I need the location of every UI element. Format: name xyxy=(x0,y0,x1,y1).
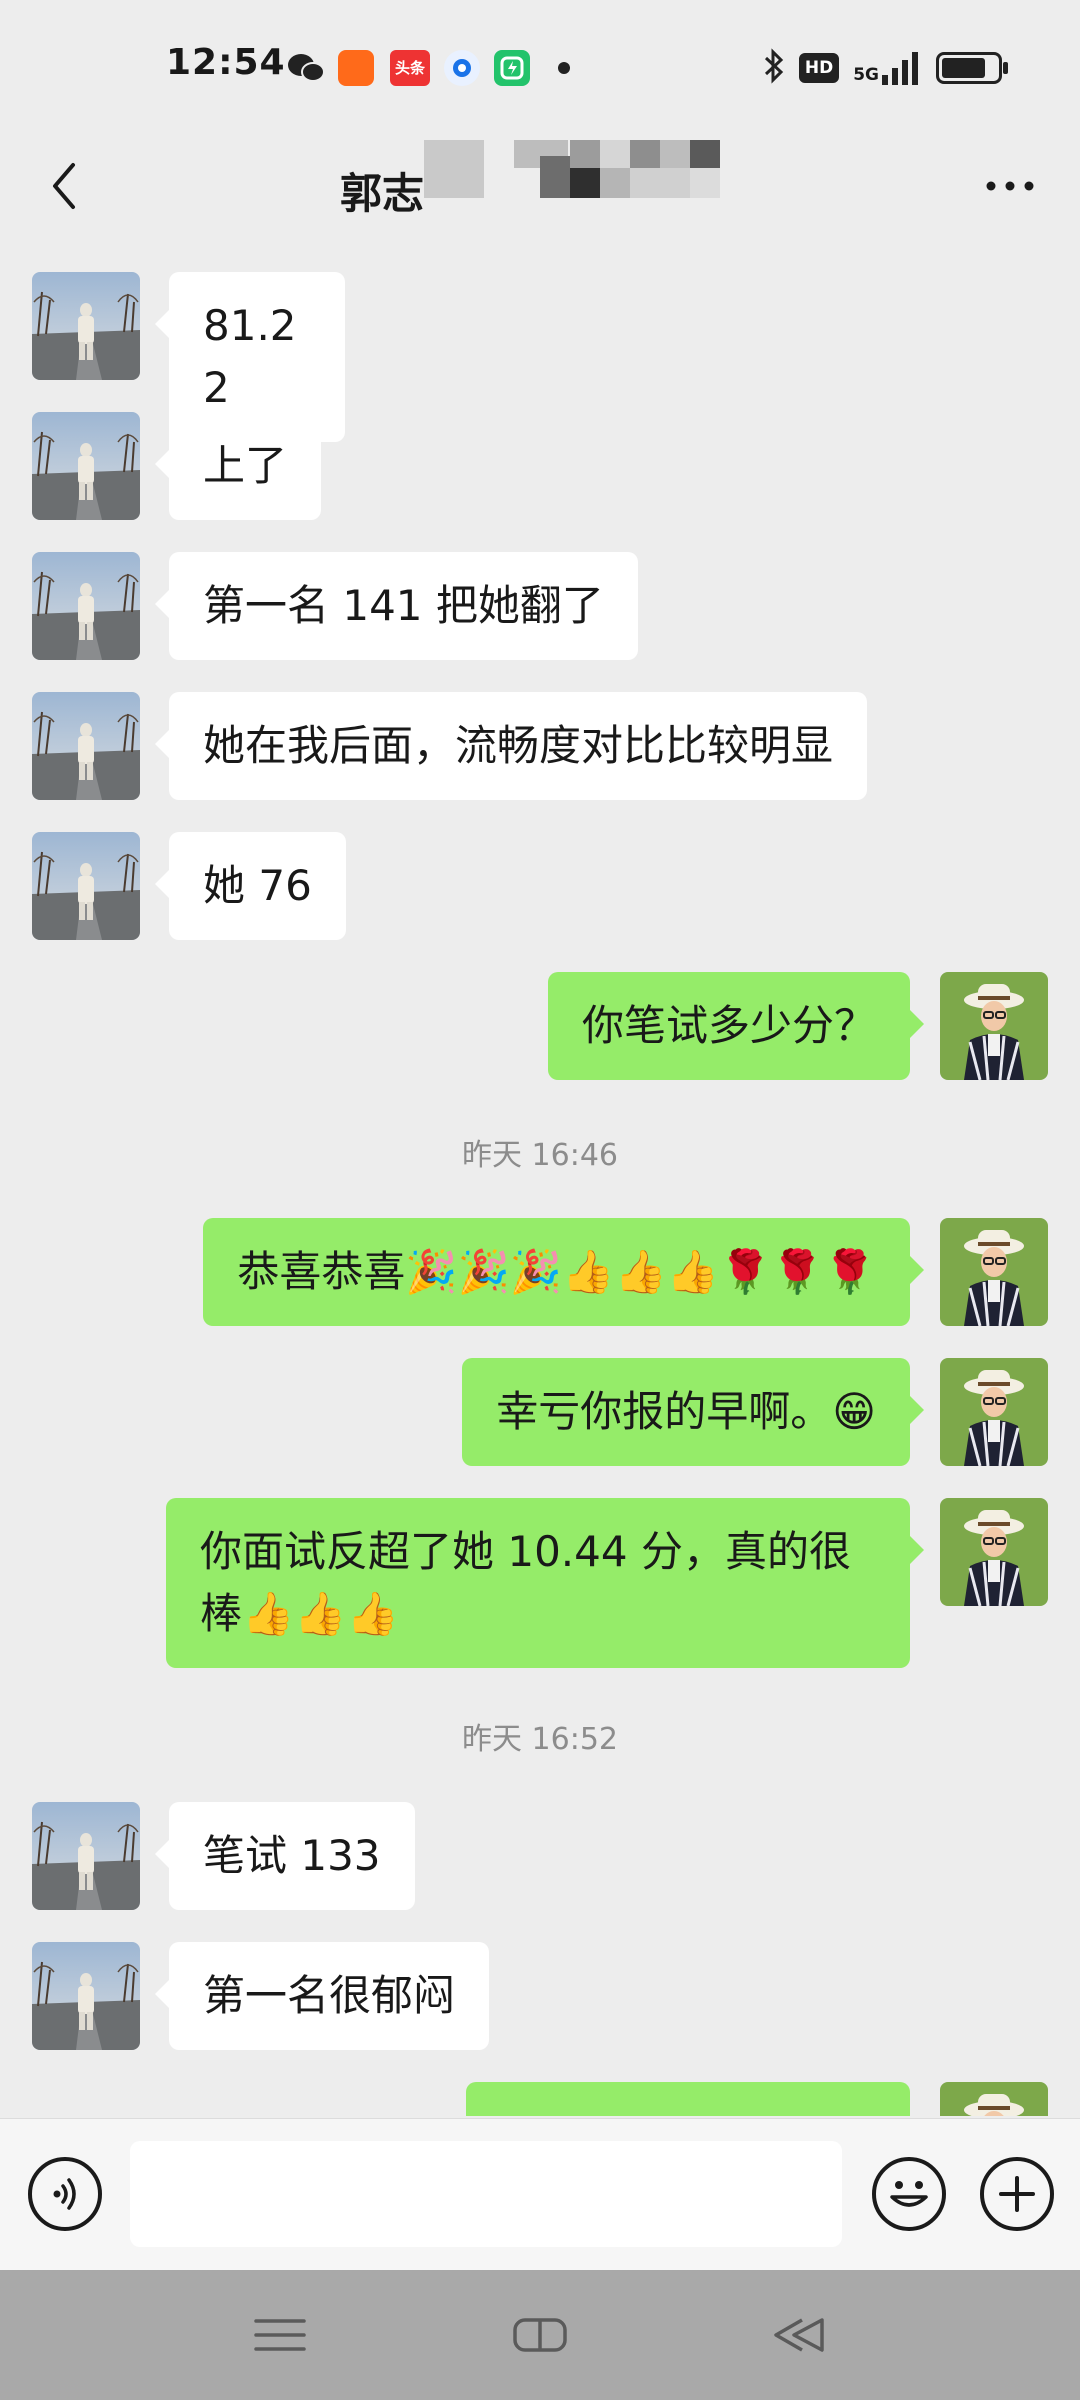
my-avatar[interactable] xyxy=(940,1218,1048,1326)
chat-header: 郭志 xyxy=(0,136,1080,240)
plus-icon xyxy=(999,2176,1035,2212)
message-bubble[interactable]: 第一名很郁闷 xyxy=(154,1942,490,2050)
message-bubble[interactable] xyxy=(466,2082,910,2116)
app-icon xyxy=(494,50,530,86)
chevron-left-icon xyxy=(53,163,75,209)
home-icon xyxy=(513,2318,567,2352)
message-bubble[interactable]: 恭喜恭喜🎉🎉🎉👍👍👍🌹🌹🌹 xyxy=(203,1218,924,1326)
battery-icon xyxy=(936,52,1008,84)
message-list[interactable]: 81.22 上了 第一名 141 把她翻了 她在我后面，流畅度对比比较明显她 76 你笔… xyxy=(0,240,1080,2116)
chat-title[interactable]: 郭志 xyxy=(340,160,424,221)
message-bubble[interactable]: 笔试 133 xyxy=(155,1802,415,1910)
contact-avatar[interactable] xyxy=(32,272,140,380)
menu-icon xyxy=(254,2319,306,2351)
voice-icon xyxy=(53,2178,76,2210)
my-avatar[interactable] xyxy=(940,972,1048,1080)
back-button[interactable] xyxy=(34,156,94,216)
bluetooth-icon xyxy=(763,48,785,88)
more-button[interactable] xyxy=(980,166,1040,206)
message-bubble[interactable]: 你面试反超了她 10.44 分，真的很棒👍👍👍 xyxy=(166,1498,924,1668)
status-time: 12:54 xyxy=(166,42,286,83)
toutiao-icon: 头条 xyxy=(390,50,430,86)
status-right: HD 5G xyxy=(763,46,1008,90)
signal-icon: 5G xyxy=(853,51,922,85)
wechat-icon xyxy=(286,52,326,84)
input-bar xyxy=(0,2118,1080,2271)
message-bubble[interactable]: 她在我后面，流畅度对比比较明显 xyxy=(154,692,868,800)
message-bubble[interactable]: 她 76 xyxy=(155,832,346,940)
message-bubble[interactable]: 第一名 141 把她翻了 xyxy=(155,552,638,660)
my-avatar[interactable] xyxy=(940,2082,1048,2116)
home-nav-button[interactable] xyxy=(500,2300,580,2370)
message-input[interactable] xyxy=(130,2141,842,2247)
contact-avatar[interactable] xyxy=(32,832,140,940)
timestamp: 昨天 16:52 xyxy=(462,1722,618,1757)
notification-dot xyxy=(558,62,570,74)
hd-badge: HD xyxy=(798,53,840,83)
kuaishou-icon xyxy=(338,50,374,86)
contact-avatar[interactable] xyxy=(32,1802,140,1910)
my-avatar[interactable] xyxy=(940,1498,1048,1606)
status-bar: 12:54 头条 HD 5G xyxy=(0,0,1080,136)
message-bubble[interactable]: 你笔试多少分？ xyxy=(547,972,925,1080)
message-bubble[interactable]: 上了 xyxy=(154,412,322,520)
my-avatar[interactable] xyxy=(940,1358,1048,1466)
browser-icon xyxy=(444,50,480,86)
message-bubble[interactable]: 幸亏你报的早啊。😁 xyxy=(462,1358,924,1466)
back-nav-button[interactable] xyxy=(760,2300,840,2370)
contact-avatar[interactable] xyxy=(32,1942,140,2050)
timestamp: 昨天 16:46 xyxy=(462,1138,618,1173)
voice-button[interactable] xyxy=(28,2157,102,2231)
name-redaction-mosaic xyxy=(424,136,744,206)
contact-avatar[interactable] xyxy=(32,552,140,660)
emoji-icon xyxy=(890,2181,928,2207)
system-nav-bar xyxy=(0,2270,1080,2400)
network-label: 5G xyxy=(853,65,879,85)
more-icon xyxy=(986,181,1034,191)
back-icon xyxy=(774,2318,824,2352)
plus-button[interactable] xyxy=(980,2157,1054,2231)
contact-avatar[interactable] xyxy=(32,692,140,800)
contact-avatar[interactable] xyxy=(32,412,140,520)
menu-nav-button[interactable] xyxy=(240,2300,320,2370)
emoji-button[interactable] xyxy=(872,2157,946,2231)
